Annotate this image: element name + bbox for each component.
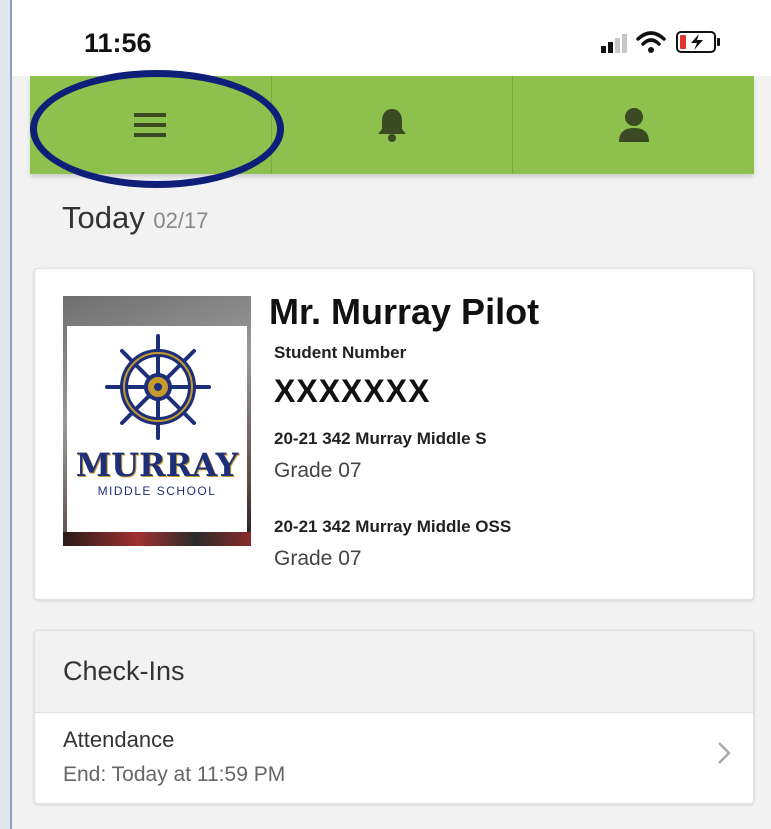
checkins-card: Check-Ins Attendance End: Today at 11:59…	[34, 630, 754, 804]
status-time: 11:56	[84, 28, 152, 58]
app-frame: 11:56 Today 02/17 MURRAY MIDDLE SCHOOL M…	[10, 0, 771, 829]
today-label: Today	[62, 200, 145, 235]
today-heading: Today 02/17	[62, 200, 208, 236]
enrollment-school-1: 20-21 342 Murray Middle S	[274, 429, 487, 448]
logo-subtitle: MIDDLE SCHOOL	[97, 484, 217, 498]
enrollment-grade-1: Grade 07	[274, 459, 362, 482]
ship-wheel-icon	[105, 334, 211, 440]
chevron-right-icon	[718, 742, 731, 764]
today-date: 02/17	[153, 208, 209, 233]
status-icons	[600, 30, 740, 54]
hamburger-menu-icon	[134, 113, 167, 137]
enrollment-grade-2: Grade 07	[274, 547, 362, 570]
menu-button[interactable]	[30, 76, 272, 174]
signal-icon	[601, 34, 627, 53]
enrollment-school-2: 20-21 342 Murray Middle OSS	[274, 517, 512, 536]
profile-button[interactable]	[513, 76, 754, 174]
student-number-label: Student Number	[274, 343, 407, 362]
bell-icon	[378, 109, 406, 142]
checkin-item-subtitle: End: Today at 11:59 PM	[63, 763, 286, 786]
notifications-button[interactable]	[272, 76, 514, 174]
status-bar: 11:56	[12, 0, 771, 76]
top-toolbar	[30, 76, 754, 174]
photo-edge	[63, 532, 251, 546]
student-number: XXXXXXX	[274, 373, 431, 409]
school-logo-photo: MURRAY MIDDLE SCHOOL	[63, 296, 251, 546]
checkin-item-title: Attendance	[63, 727, 175, 752]
student-profile-card: MURRAY MIDDLE SCHOOL Mr. Murray Pilot St…	[34, 268, 754, 600]
battery-charging-icon	[676, 31, 720, 53]
wifi-icon	[636, 31, 666, 53]
student-name: Mr. Murray Pilot	[269, 291, 540, 332]
checkin-item-attendance[interactable]: Attendance End: Today at 11:59 PM	[35, 713, 753, 803]
checkins-title: Check-Ins	[35, 631, 753, 713]
user-icon	[618, 108, 649, 142]
logo-wordmark: MURRAY	[75, 446, 239, 484]
photo-logo-area: MURRAY MIDDLE SCHOOL	[67, 326, 247, 532]
